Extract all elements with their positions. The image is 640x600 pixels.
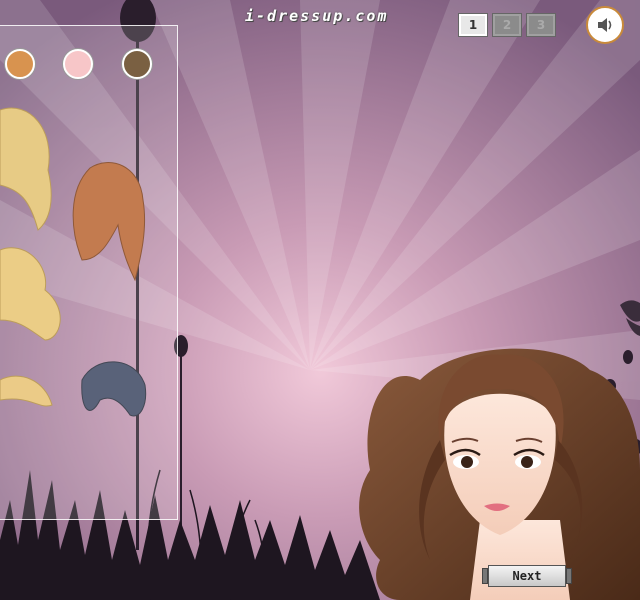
hair-color-swatch-pink[interactable] bbox=[63, 49, 93, 79]
page-selector: 1 2 3 bbox=[458, 13, 556, 37]
hair-color-swatch-brown[interactable] bbox=[122, 49, 152, 79]
hairstyle-option-2[interactable] bbox=[65, 155, 150, 285]
hairstyle-option-3[interactable] bbox=[0, 240, 65, 345]
hairstyle-option-1[interactable] bbox=[0, 100, 55, 235]
hairstyle-option-5[interactable] bbox=[78, 350, 150, 425]
hairstyle-option-4[interactable] bbox=[0, 365, 60, 415]
page-button-1[interactable]: 1 bbox=[458, 13, 488, 37]
next-button[interactable]: Next bbox=[482, 565, 572, 587]
model-girl bbox=[359, 348, 640, 600]
hair-color-swatch-orange[interactable] bbox=[5, 49, 35, 79]
page-button-2[interactable]: 2 bbox=[492, 13, 522, 37]
speaker-icon bbox=[598, 18, 612, 32]
site-title: i-dressup.com bbox=[245, 7, 389, 25]
page-button-3[interactable]: 3 bbox=[526, 13, 556, 37]
sound-toggle-button[interactable] bbox=[586, 6, 624, 44]
